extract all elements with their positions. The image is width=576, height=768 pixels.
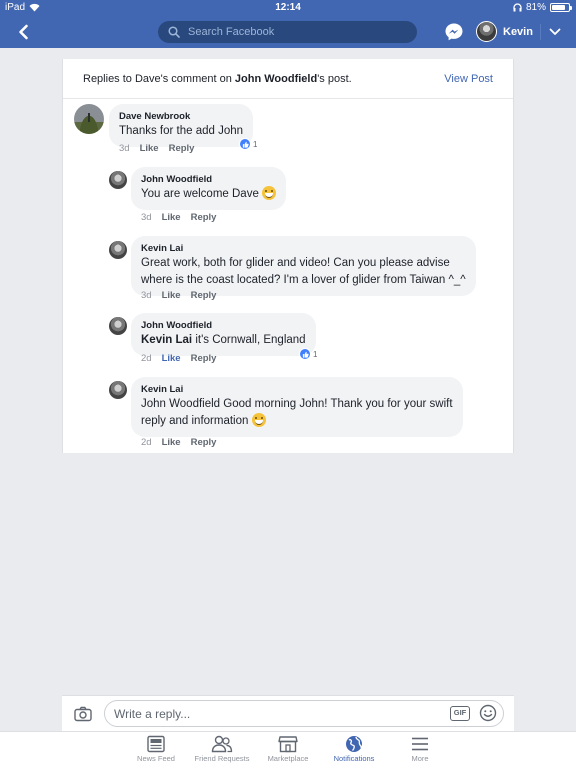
- replies-card: Replies to Dave's comment on John Woodfi…: [62, 59, 514, 453]
- top-nav-bar: Search Facebook Kevin: [0, 16, 576, 48]
- tab-label: More: [411, 754, 429, 763]
- comment-author[interactable]: John Woodfield: [141, 319, 306, 332]
- comment-bubble: John Woodfield You are welcome Dave: [131, 167, 287, 210]
- search-placeholder: Search Facebook: [188, 26, 275, 38]
- tab-more[interactable]: More: [388, 735, 452, 763]
- comment-text: You are welcome Dave: [141, 188, 259, 200]
- like-reaction-icon: [299, 348, 311, 360]
- comment-bubble: John Woodfield Kevin Lai it's Cornwall, …: [131, 313, 316, 356]
- nav-divider: [540, 24, 541, 40]
- like-button[interactable]: Like: [162, 353, 181, 364]
- avatar[interactable]: [109, 381, 127, 399]
- globe-icon: [346, 736, 362, 752]
- profile-avatar[interactable]: [476, 21, 497, 42]
- grinning-face-icon: [251, 413, 266, 427]
- comment-text-line: Great work, both for glider and video! C…: [141, 257, 450, 269]
- reaction-count[interactable]: 1: [239, 138, 257, 150]
- grinning-face-icon: [262, 186, 277, 200]
- comment-actions: 2d Like Reply: [141, 437, 216, 448]
- intro-prefix: Replies to Dave's comment on: [83, 73, 235, 85]
- comment-mention[interactable]: Kevin Lai: [141, 334, 192, 346]
- search-icon: [168, 26, 180, 38]
- like-button[interactable]: Like: [162, 437, 181, 448]
- reaction-number: 1: [253, 139, 258, 149]
- comment-text: Thanks for the add John: [119, 125, 244, 137]
- comment-actions: 3d Like Reply: [141, 212, 216, 223]
- reply-button[interactable]: Reply: [191, 212, 217, 223]
- camera-icon[interactable]: [74, 706, 92, 722]
- reply-button[interactable]: Reply: [169, 143, 195, 154]
- tab-friend-requests[interactable]: Friend Requests: [190, 735, 254, 763]
- comment-text: it's Cornwall, England: [192, 334, 306, 346]
- bottom-tab-bar: News Feed Friend Requests Marketplace No…: [0, 731, 576, 768]
- comment-author[interactable]: Kevin Lai: [141, 242, 466, 255]
- search-bar[interactable]: Search Facebook: [158, 21, 417, 43]
- headphones-icon: [513, 3, 522, 12]
- menu-icon: [412, 737, 428, 751]
- comment-text-line: where is the coast located? I'm a lover …: [141, 274, 466, 286]
- comment-author[interactable]: Kevin Lai: [141, 383, 453, 396]
- like-button[interactable]: Like: [140, 143, 159, 154]
- marketplace-icon: [278, 736, 298, 753]
- comment-author[interactable]: John Woodfield: [141, 173, 276, 186]
- messenger-icon[interactable]: [444, 22, 464, 42]
- chevron-down-icon[interactable]: [548, 25, 562, 39]
- view-post-link[interactable]: View Post: [444, 73, 493, 85]
- reaction-count[interactable]: 1: [299, 348, 317, 360]
- reply-button[interactable]: Reply: [191, 353, 217, 364]
- battery-icon: [550, 3, 572, 12]
- comment-author[interactable]: Dave Newbrook: [119, 110, 243, 123]
- comment-time: 2d: [141, 437, 152, 448]
- comment-text-line: reply and information: [141, 415, 249, 427]
- reply-button[interactable]: Reply: [191, 290, 217, 301]
- back-arrow-icon[interactable]: [14, 22, 34, 42]
- status-bar: iPad 12:14 81%: [0, 0, 576, 16]
- news-feed-icon: [147, 735, 165, 753]
- tab-label: News Feed: [137, 754, 175, 763]
- status-time: 12:14: [275, 2, 301, 13]
- reply-button[interactable]: Reply: [191, 437, 217, 448]
- status-right: 81%: [513, 2, 572, 13]
- thread-header: Replies to Dave's comment on John Woodfi…: [63, 59, 513, 99]
- comment-actions: 3d Like Reply: [141, 290, 216, 301]
- reply-composer: GIF: [62, 695, 514, 731]
- tab-news-feed[interactable]: News Feed: [124, 735, 188, 763]
- tab-label: Notifications: [333, 754, 375, 763]
- comment-time: 2d: [141, 353, 152, 364]
- reply-input[interactable]: [104, 700, 504, 727]
- comment-time: 3d: [141, 290, 152, 301]
- avatar[interactable]: [109, 241, 127, 259]
- gif-button[interactable]: GIF: [450, 706, 470, 721]
- tab-marketplace[interactable]: Marketplace: [256, 735, 320, 763]
- comment-bubble: Kevin Lai Great work, both for glider an…: [131, 236, 476, 296]
- comment-text-line: John Woodfield Good morning John! Thank …: [141, 398, 453, 410]
- like-button[interactable]: Like: [162, 212, 181, 223]
- intro-name[interactable]: John Woodfield: [235, 73, 317, 85]
- emoji-picker-icon[interactable]: [479, 704, 497, 722]
- comment-actions: 2d Like Reply: [141, 353, 216, 364]
- avatar[interactable]: [74, 104, 104, 134]
- avatar[interactable]: [109, 317, 127, 335]
- comment-bubble: Dave Newbrook Thanks for the add John: [109, 104, 254, 147]
- like-button[interactable]: Like: [162, 290, 181, 301]
- like-reaction-icon: [239, 138, 251, 150]
- thread-intro: Replies to Dave's comment on John Woodfi…: [83, 73, 352, 85]
- reaction-number: 1: [313, 349, 318, 359]
- avatar[interactable]: [109, 171, 127, 189]
- intro-suffix: 's post.: [317, 73, 352, 85]
- comment-time: 3d: [141, 212, 152, 223]
- tab-label: Friend Requests: [194, 754, 250, 763]
- profile-name[interactable]: Kevin: [503, 26, 533, 38]
- tab-notifications[interactable]: Notifications: [322, 735, 386, 763]
- tab-label: Marketplace: [267, 754, 309, 763]
- friend-requests-icon: [211, 735, 233, 753]
- comment-bubble: Kevin Lai John Woodfield Good morning Jo…: [131, 377, 463, 437]
- battery-fill: [552, 5, 565, 10]
- battery-percent: 81%: [525, 2, 546, 13]
- comment-actions: 3d Like Reply: [119, 143, 194, 154]
- comment-time: 3d: [119, 143, 130, 154]
